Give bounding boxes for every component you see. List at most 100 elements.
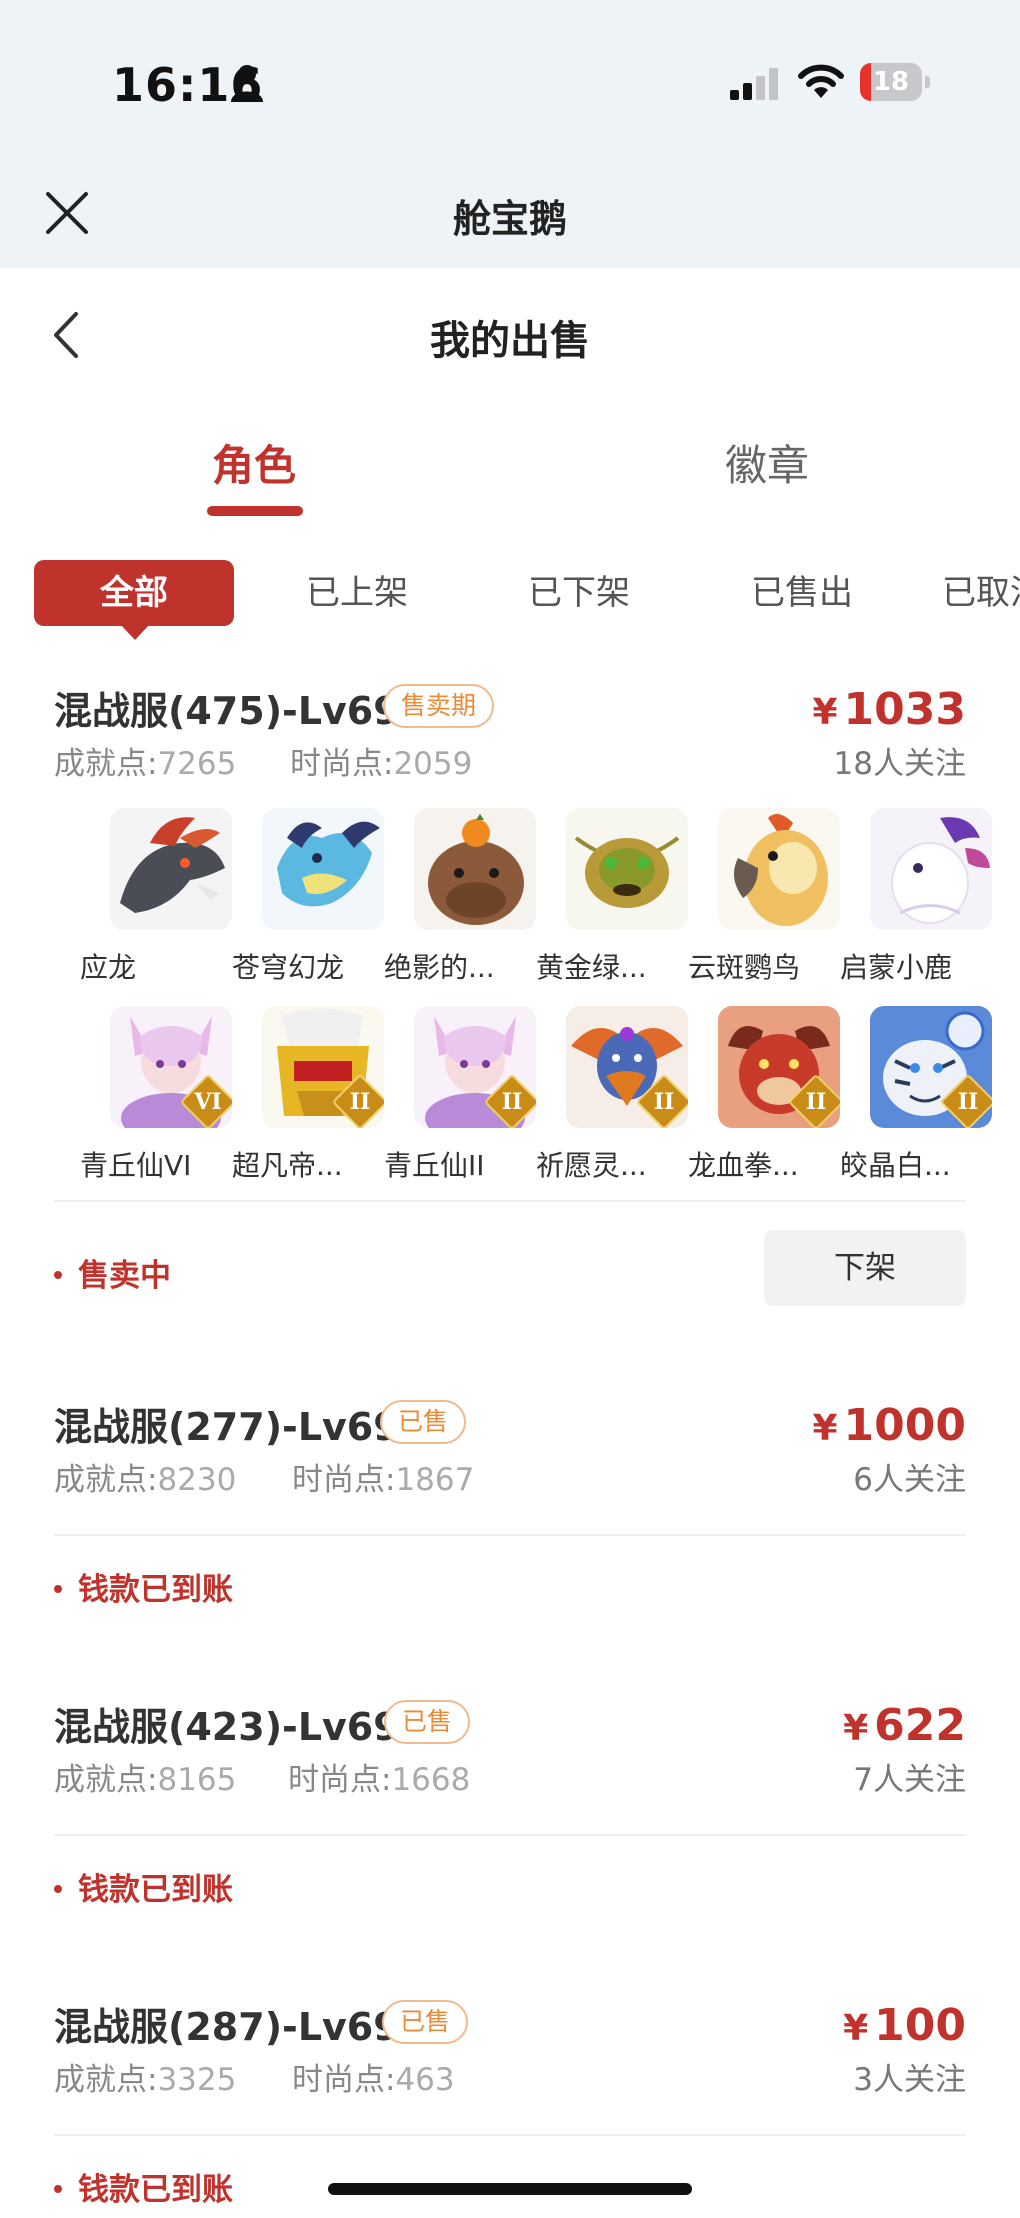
price-value: 622 — [874, 1700, 966, 1751]
achievement-points: 成就点:3325 — [54, 2054, 236, 2099]
divider — [54, 2134, 966, 2136]
tier-label: II — [805, 1089, 827, 1115]
achievement-label: 成就点: — [54, 1762, 158, 1798]
tier-label: II — [501, 1089, 523, 1115]
pet-name: 启蒙小鹿 — [840, 951, 953, 984]
pet-name: 祈愿灵... — [536, 1149, 647, 1182]
price-value: 1000 — [843, 1400, 966, 1451]
status-dot — [54, 1584, 62, 1593]
filter-listed[interactable]: 已上架 — [306, 560, 408, 626]
fashion-points: 时尚点:463 — [292, 2054, 455, 2099]
achievement-label: 成就点: — [54, 2062, 158, 2098]
divider — [54, 1200, 966, 1202]
pet-name: 青丘仙II — [384, 1149, 485, 1182]
status-badge: 已售 — [382, 2000, 469, 2044]
tier-label: II — [349, 1089, 371, 1115]
status-dot — [54, 1884, 62, 1893]
listing-card[interactable]: 混战服(475)-Lv69 售卖期 ¥1033 成就点:7265 时尚点:205… — [54, 680, 992, 1320]
fashion-label: 时尚点: — [290, 746, 394, 782]
filter-delisted[interactable]: 已下架 — [528, 560, 630, 626]
fashion-value: 1668 — [391, 1762, 471, 1798]
battery-level: 18 — [872, 67, 910, 97]
person-icon — [231, 65, 263, 102]
listing-price: ¥622 — [843, 1700, 966, 1751]
battery-indicator: 18 — [860, 63, 930, 101]
price-value: 100 — [874, 2000, 966, 2051]
price-value: 1033 — [843, 684, 966, 735]
dark-dragon-icon — [110, 808, 232, 930]
parrot-icon — [718, 808, 840, 930]
currency-symbol: ¥ — [843, 2008, 869, 2049]
achievement-value: 8230 — [157, 1462, 237, 1498]
status-dot — [54, 1270, 62, 1279]
tier-label: VI — [194, 1089, 222, 1115]
filter-all[interactable]: 全部 — [34, 560, 234, 626]
status-text: 钱款已到账 — [78, 2172, 233, 2208]
golden-beetle-icon — [566, 808, 688, 930]
tab-roles[interactable]: 角色 — [212, 432, 296, 493]
fashion-label: 时尚点: — [292, 2062, 396, 2098]
listing-title: 混战服(475)-Lv69 — [54, 689, 400, 733]
griffin-icon: II — [566, 1006, 688, 1128]
achievement-value: 7265 — [157, 746, 237, 782]
followers-count: 18人关注 — [833, 746, 966, 782]
listing-title: 混战服(423)-Lv69 — [54, 1705, 400, 1749]
fashion-value: 1867 — [395, 1462, 475, 1498]
fox-fairy-icon: VI — [110, 1006, 232, 1128]
golden-armor-icon: II — [262, 1006, 384, 1128]
listing-status: 钱款已到账 — [54, 1564, 233, 1609]
fashion-label: 时尚点: — [288, 1762, 392, 1798]
currency-symbol: ¥ — [843, 1708, 869, 1749]
status-badge: 已售 — [384, 1700, 471, 1744]
listing-price: ¥100 — [843, 2000, 966, 2051]
followers-count: 3人关注 — [853, 2062, 966, 2098]
listing-status: 售卖中 — [54, 1250, 171, 1295]
listing-card[interactable]: 混战服(423)-Lv69 已售 ¥622 成就点:8165 时尚点:1668 … — [54, 1696, 966, 1936]
pet-name: 应龙 — [80, 951, 137, 984]
red-beast-icon: II — [718, 1006, 840, 1128]
tab-active-underline — [207, 506, 303, 516]
fashion-points: 时尚点:1867 — [292, 1454, 474, 1499]
achievement-label: 成就点: — [54, 1462, 158, 1498]
listing-card[interactable]: 混战服(277)-Lv69 已售 ¥1000 成就点:8230 时尚点:1867… — [54, 1396, 966, 1636]
status-text: 售卖中 — [78, 1258, 171, 1294]
top-bar: 16:16 18 舱宝鹅 — [0, 0, 1020, 268]
white-tiger-icon: II — [870, 1006, 992, 1128]
unlist-button[interactable]: 下架 — [764, 1230, 966, 1306]
achievement-points: 成就点:7265 — [54, 738, 236, 783]
status-badge: 已售 — [380, 1400, 467, 1444]
app-title: 舱宝鹅 — [452, 197, 567, 241]
achievement-label: 成就点: — [54, 746, 158, 782]
fashion-value: 2059 — [393, 746, 473, 782]
signal-icon — [730, 68, 778, 100]
filter-cancelled[interactable]: 已取消 — [942, 560, 1020, 626]
followers-count: 7人关注 — [853, 1762, 966, 1798]
achievement-value: 8165 — [157, 1762, 237, 1798]
status-dot — [54, 2184, 62, 2193]
listing-price: ¥1033 — [812, 684, 966, 735]
page-title: 我的出售 — [430, 318, 590, 364]
home-indicator[interactable] — [328, 2183, 692, 2195]
pet-name: 黄金绿... — [536, 951, 647, 984]
fox-fairy-icon: II — [414, 1006, 536, 1128]
listing-status: 钱款已到账 — [54, 2164, 233, 2209]
divider — [54, 1534, 966, 1536]
pet-name: 云斑鹦鸟 — [688, 951, 801, 984]
currency-symbol: ¥ — [812, 692, 838, 733]
pet-name: 龙血拳... — [688, 1149, 799, 1182]
fashion-points: 时尚点:2059 — [290, 738, 472, 783]
pet-name: 青丘仙VI — [80, 1149, 192, 1182]
status-text: 钱款已到账 — [78, 1572, 233, 1608]
filter-sold[interactable]: 已售出 — [751, 560, 853, 626]
capybara-icon — [414, 808, 536, 930]
tab-badges[interactable]: 徽章 — [725, 432, 809, 493]
listing-title: 混战服(287)-Lv69 — [54, 2005, 400, 2049]
achievement-points: 成就点:8230 — [54, 1454, 236, 1499]
listing-title: 混战服(277)-Lv69 — [54, 1405, 400, 1449]
achievement-points: 成就点:8165 — [54, 1754, 236, 1799]
tier-label: II — [957, 1089, 979, 1115]
followers-count: 6人关注 — [853, 1462, 966, 1498]
achievement-value: 3325 — [157, 2062, 237, 2098]
wifi-icon — [798, 64, 844, 98]
divider — [54, 1834, 966, 1836]
